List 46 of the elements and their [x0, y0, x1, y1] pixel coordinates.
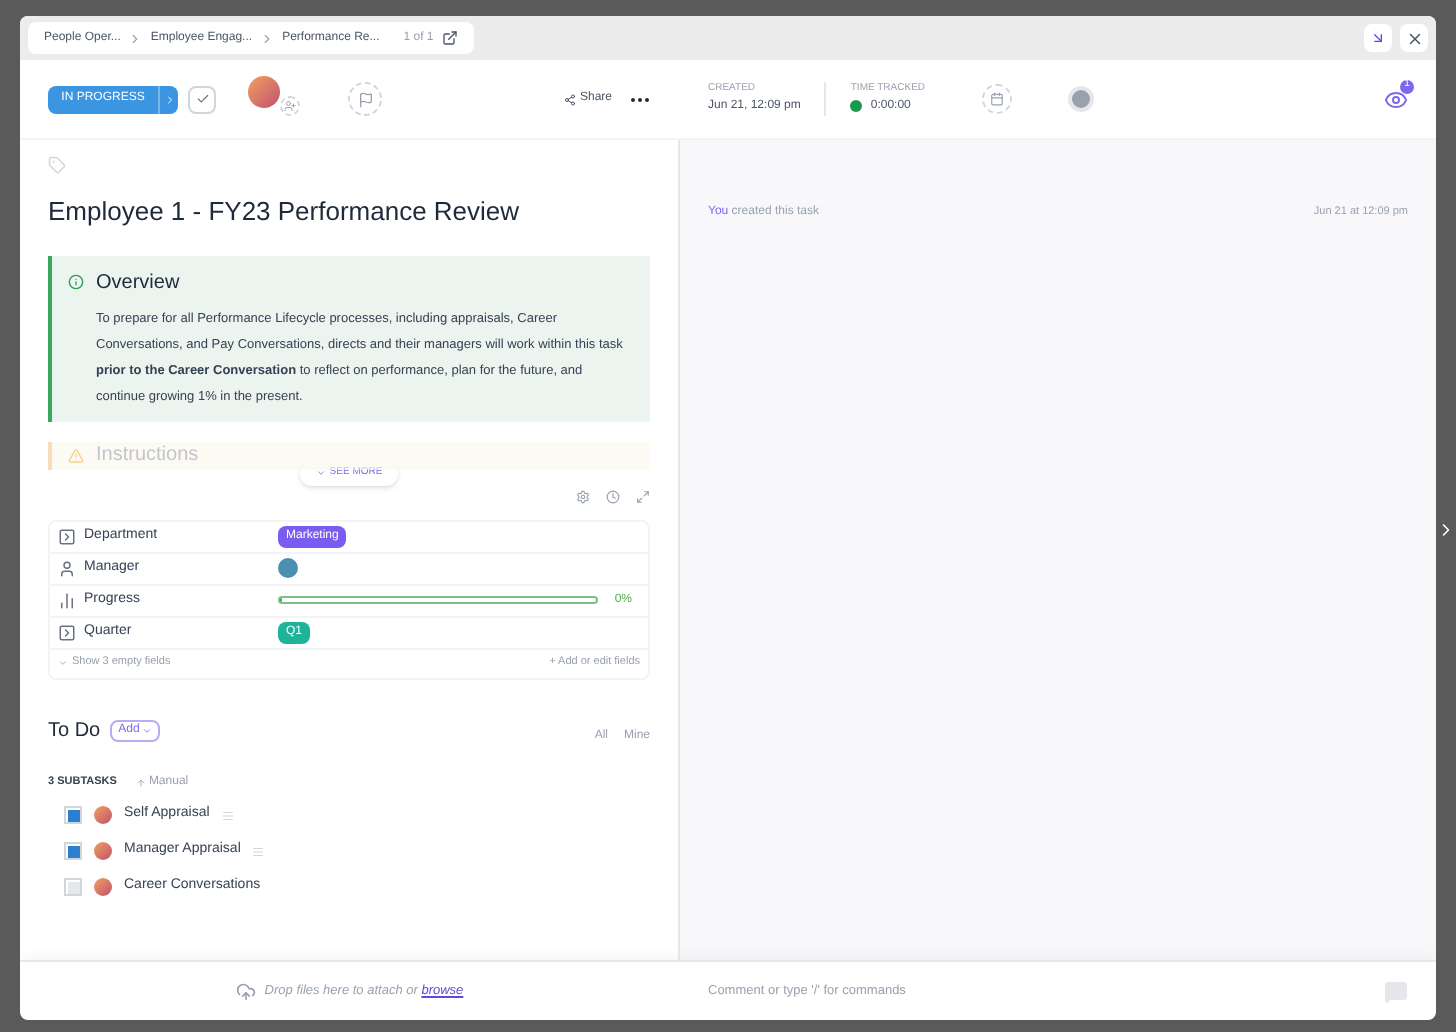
calendar-button[interactable]: [981, 84, 1012, 114]
clock-icon[interactable]: [606, 489, 620, 503]
expand-icon[interactable]: [636, 489, 650, 503]
caret-icon: [141, 725, 152, 735]
subtask-checkbox[interactable]: [64, 806, 82, 824]
check-icon: [195, 92, 209, 106]
play-icon[interactable]: [850, 100, 863, 113]
bars-icon: [58, 591, 76, 609]
avatar-icon[interactable]: [278, 558, 298, 578]
description-icon: [252, 845, 265, 857]
subtask-checkbox[interactable]: [64, 878, 82, 896]
caret-icon: [163, 93, 175, 105]
chevron-icon: [58, 658, 68, 668]
close-icon: [1405, 29, 1423, 47]
dropdown-field-icon: [58, 527, 76, 545]
settings-icon[interactable]: [576, 489, 590, 503]
flag-button[interactable]: [348, 82, 382, 116]
description-icon: [221, 809, 234, 821]
arrow-icon: [1370, 30, 1386, 46]
share-icon: [563, 93, 576, 105]
tag-icon[interactable]: [48, 156, 66, 174]
info-icon: [68, 274, 84, 290]
calendar-icon: [989, 92, 1004, 106]
person-icon: [58, 559, 76, 577]
callout-heading: Overview: [96, 269, 180, 297]
upload-icon: [236, 981, 257, 1001]
chevron-icon: [315, 468, 326, 478]
task-title: Employee 1 - FY23 Performance Review: [48, 194, 522, 230]
arrow-up-icon: [136, 777, 147, 787]
close-button[interactable]: [1400, 24, 1428, 52]
assignee-avatar: [248, 75, 280, 107]
external-link-icon[interactable]: [441, 30, 458, 46]
callout-heading: Instructions: [96, 442, 199, 470]
subtask-checkbox[interactable]: [64, 842, 82, 860]
complete-button[interactable]: [188, 85, 216, 113]
chevron-icon: [128, 31, 143, 45]
watchers-icon[interactable]: [1384, 87, 1408, 111]
dropdown-field-icon: [58, 623, 76, 641]
add-assignee-icon[interactable]: [280, 95, 300, 115]
todo-heading: To Do: [48, 717, 101, 745]
warning-icon: [68, 447, 84, 463]
user-plus-icon: [284, 99, 296, 111]
chevron-icon: [260, 31, 275, 45]
minimize-button[interactable]: [1364, 24, 1392, 52]
toggle-icon[interactable]: [1067, 86, 1094, 112]
flag-icon: [357, 91, 373, 107]
